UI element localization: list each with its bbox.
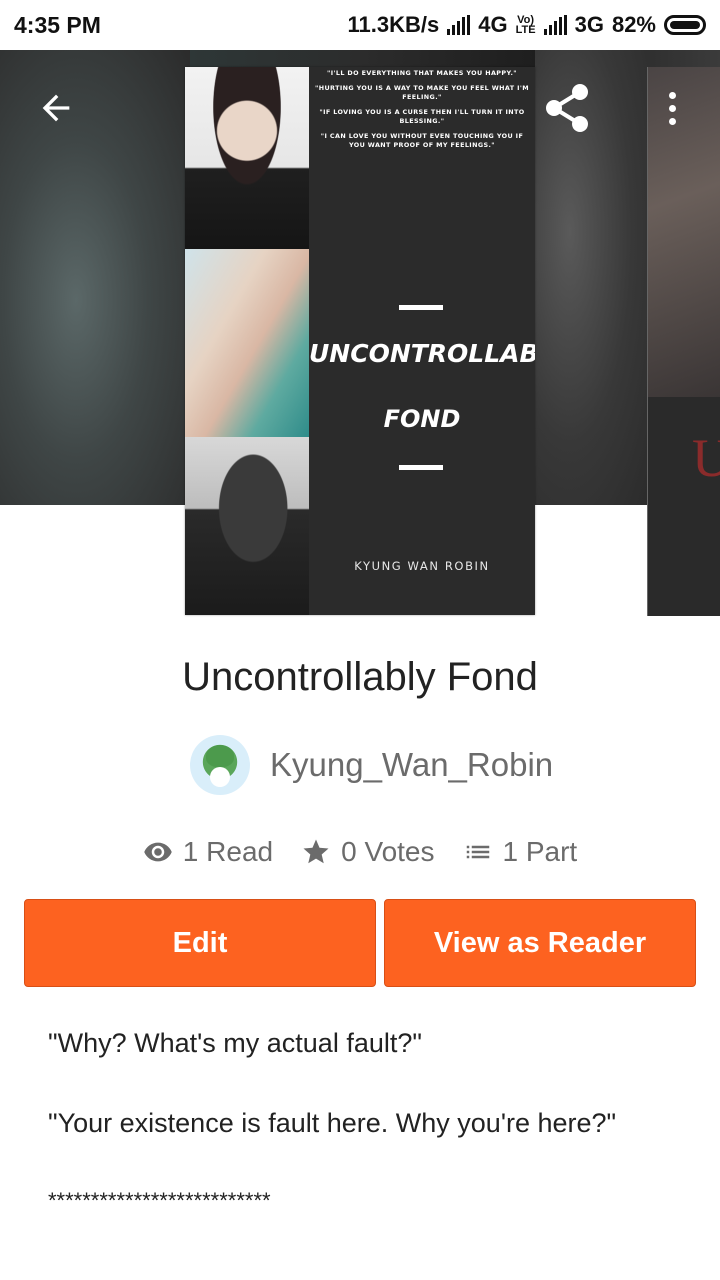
eye-icon [144,842,172,862]
parts-count: 1 Part [502,836,578,867]
battery-icon [664,15,706,35]
parts-stat: 1 Part [463,836,578,868]
more-options-button[interactable] [650,80,694,136]
signal-icon [447,15,471,35]
reads-stat: 1 Read [143,836,273,868]
status-bar: 4:35 PM 11.3KB/s 4G Vo) LTE 3G 82% [0,0,720,50]
cover-title-line-1: UNCONTROLLABLY [309,339,535,368]
votes-stat: 0 Votes [301,836,435,868]
more-vertical-icon [668,91,676,99]
cover-photo-jacket [185,437,309,615]
cover-photos [185,67,309,615]
cover-author: KYUNG WAN ROBIN [354,559,490,573]
cover-quote: "I'LL DO EVERYTHING THAT MAKES YOU HAPPY… [327,69,517,77]
list-icon [466,845,489,859]
stats-row: 1 Read 0 Votes 1 Part [0,830,720,874]
edit-button[interactable]: Edit [24,899,376,987]
cover-quote: "HURTING YOU IS A WAY TO MAKE YOU FEEL W… [314,84,530,101]
volte-icon: Vo) LTE [515,14,536,36]
back-button[interactable] [30,82,82,134]
share-button[interactable] [540,80,596,136]
signal-icon-2 [543,15,567,35]
next-cover-letter: U [692,427,720,489]
next-book-cover[interactable]: U [647,67,720,616]
author-row[interactable]: Kyung_Wan_Robin [190,735,553,795]
cover-photo-hands [185,249,309,437]
network-speed: 11.3KB/s [347,12,440,37]
arrow-back-icon [42,94,70,122]
network-type-3g: 3G [574,12,604,37]
votes-count: 0 Votes [341,836,435,867]
cover-quotes: "I'LL DO EVERYTHING THAT MAKES YOU HAPPY… [313,69,531,156]
book-cover[interactable]: "I'LL DO EVERYTHING THAT MAKES YOU HAPPY… [185,67,535,615]
cover-title-line-2: FOND [383,405,461,433]
cover-photo-portrait [185,67,309,249]
status-indicators: 11.3KB/s 4G Vo) LTE 3G 82% [348,12,706,38]
author-avatar[interactable] [190,735,250,795]
description-line: ************************** [48,1188,271,1213]
cover-quote: "IF LOVING YOU IS A CURSE THEN I'LL TURN… [319,108,525,125]
network-type-4g: 4G [478,12,508,37]
book-title: Uncontrollably Fond [182,655,538,699]
cover-divider-top [399,305,443,310]
star-icon [303,839,329,864]
view-as-reader-button[interactable]: View as Reader [384,899,696,987]
cover-quote: "I CAN LOVE YOU WITHOUT EVEN TOUCHING YO… [320,132,524,149]
share-icon [546,84,588,132]
author-name[interactable]: Kyung_Wan_Robin [270,746,553,784]
description-line: "Why? What's my actual fault?" [48,1028,422,1058]
status-time: 4:35 PM [14,11,101,38]
description-line: "Your existence is fault here. Why you'r… [48,1108,617,1138]
reads-count: 1 Read [182,836,274,867]
hero-blur-left [0,50,190,505]
battery-level: 82% [611,12,656,37]
cover-divider-bottom [399,465,443,470]
